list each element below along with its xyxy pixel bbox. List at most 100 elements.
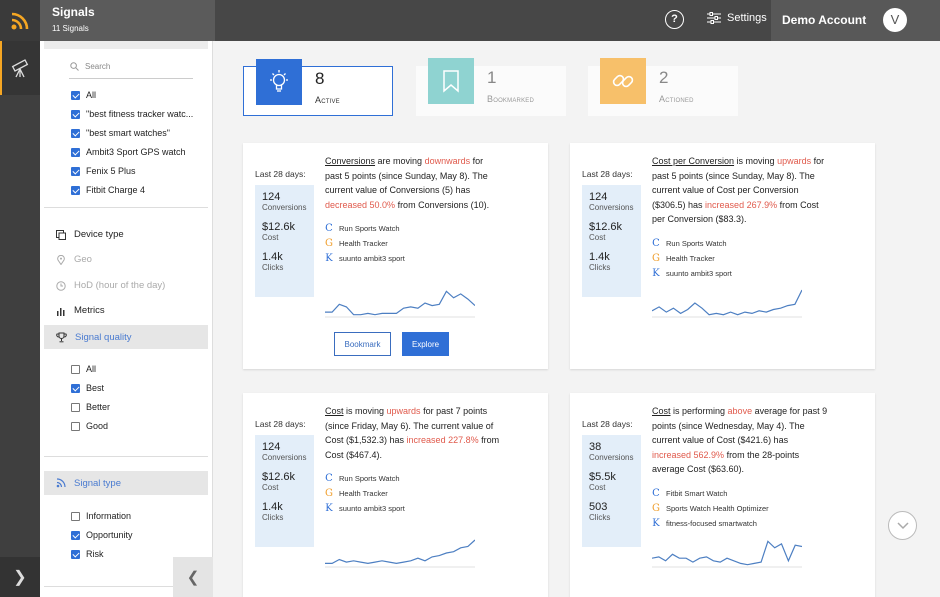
keyword-label: Fitbit Smart Watch [666,489,728,498]
stat-label: Cost [262,233,279,242]
telescope-icon[interactable] [0,41,40,95]
dimension-device-type[interactable]: Device type [56,229,124,240]
account-menu[interactable]: Demo Account V [771,0,940,41]
quality-better[interactable]: Better [71,402,110,412]
checkbox[interactable] [71,383,80,393]
settings-label: Settings [727,12,767,24]
device-icon [56,229,66,240]
sparkline-series [325,290,475,316]
keyword-item: Ksuunto ambit3 sport [325,251,405,266]
stat-label: Clicks [589,263,611,272]
avatar[interactable]: V [883,8,907,32]
bookmarked-label: Bookmarked [487,94,535,104]
signal-quality-header[interactable]: Signal quality [44,325,208,349]
signal-type-header[interactable]: Signal type [44,471,208,495]
quality-best[interactable]: Best [71,383,104,393]
summary-active[interactable]: 8 Active [243,59,393,116]
collapse-panel-chevron-icon[interactable]: ❮ [173,557,213,597]
rss-logo-icon[interactable] [0,0,40,41]
stat-0: 124 Conversions [262,441,314,462]
query-filter-best-fitness-tracker[interactable]: "best fitness tracker watc... [71,109,193,119]
checkbox[interactable] [71,511,80,521]
pin-icon [57,254,65,265]
checkbox[interactable] [71,166,80,176]
query-filter-fitbit[interactable]: Fitbit Charge 4 [71,185,145,195]
summary-bookmarked[interactable]: 1 Bookmarked [416,58,566,116]
keyword-item: C Run Sports Watch [325,471,405,486]
checkbox[interactable] [71,109,80,119]
stat-value: 1.4k [589,251,610,263]
period-label: Last 28 days: [255,169,306,179]
desc-fragment: increased 267.9% [705,199,778,210]
type-label: Risk [86,549,104,559]
bookmarked-count: 1 [487,68,497,87]
stat-label: Conversions [262,203,307,212]
sparkline-series [325,539,475,565]
keyword-item: G Health Tracker [652,251,732,266]
checkbox[interactable] [71,421,80,431]
desc-fragment: increased 227.8% [406,435,479,446]
query-label: Fenix 5 Plus [86,166,136,176]
scroll-down-chevron-icon[interactable] [888,511,917,540]
stat-0: 124 Conversions [589,191,641,212]
clock-icon [56,280,66,291]
dimension-metrics[interactable]: Metrics [56,305,105,316]
checkbox[interactable] [71,90,80,100]
explore-button[interactable]: Explore [402,332,449,356]
trend-sparkline [652,540,802,568]
desc-fragment: from Conversions (10). [395,199,490,210]
bookmark-button[interactable]: Bookmark [334,332,391,356]
summary-actioned[interactable]: 2 Actioned [588,58,738,116]
checkbox[interactable] [71,530,80,540]
quality-all[interactable]: All [71,364,96,374]
keyword-item: C Fitbit Smart Watch [652,486,769,501]
type-opportunity[interactable]: Opportunity [71,530,133,540]
search-input[interactable]: Search [69,59,193,79]
panel-top-strip [44,41,208,49]
keyword-label: suunto ambit3 sport [666,269,732,278]
query-filter-best-smart-watches[interactable]: "best smart watches" [71,128,170,138]
desc-fragment: above [727,406,753,416]
query-label: Fitbit Charge 4 [86,185,146,195]
divider [44,207,208,208]
stat-value: $5.5k [589,471,616,483]
signal-card[interactable]: Last 28 days: 124 Conversions $12.6k Cost 1.4… [243,143,548,369]
stat-label: Clicks [262,263,284,272]
query-filter-ambit3[interactable]: Ambit3 Sport GPS watch [71,147,186,157]
checkbox[interactable] [71,185,80,195]
trend-sparkline [325,290,475,318]
checkbox[interactable] [71,128,80,138]
checkbox[interactable] [71,402,80,412]
stat-value: $12.6k [262,471,296,483]
dimension-geo[interactable]: Geo [56,254,92,265]
checkbox[interactable] [71,549,80,559]
account-name: Demo Account [782,13,867,27]
desc-fragment: is performing [670,406,728,416]
period-label: Last 28 days: [255,419,306,429]
settings-button[interactable]: Settings [707,12,767,24]
checkbox[interactable] [71,147,80,157]
stat-1: $12.6k Cost [589,221,641,242]
keyword-item: Ksuunto ambit3 sport [325,501,405,516]
type-information[interactable]: Information [71,511,131,521]
help-icon[interactable]: ? [665,10,684,29]
quality-good[interactable]: Good [71,421,108,431]
keyword-label: Sports Watch Health Optimizer [666,504,769,513]
signal-card[interactable]: Last 28 days: 124 Conversions $12.6k Cost 1.4… [243,393,548,597]
keyword-label: suunto ambit3 sport [339,504,405,513]
keyword-item: G Sports Watch Health Optimizer [652,501,769,516]
type-risk[interactable]: Risk [71,549,104,559]
checkbox[interactable] [71,364,80,374]
stat-label: Clicks [262,513,284,522]
query-filter-all[interactable]: All [71,90,96,100]
signal-card[interactable]: Last 28 days: 124 Conversions $12.6k Cost 1.4… [570,143,875,369]
app-brand[interactable]: Signals 11 Signals [40,0,215,41]
stat-2: 1.4k Clicks [589,251,641,272]
dimension-hod[interactable]: HoD (hour of the day) [56,280,165,291]
source-letter-icon: K [652,268,660,279]
signal-card[interactable]: Last 28 days: 38 Conversions $5.5k Cost 503 Cl… [570,393,875,597]
keyword-label: Run Sports Watch [666,239,727,248]
source-letter-icon: K [325,503,333,514]
expand-chevron-icon[interactable]: ❯ [0,557,40,597]
query-filter-fenix[interactable]: Fenix 5 Plus [71,166,136,176]
